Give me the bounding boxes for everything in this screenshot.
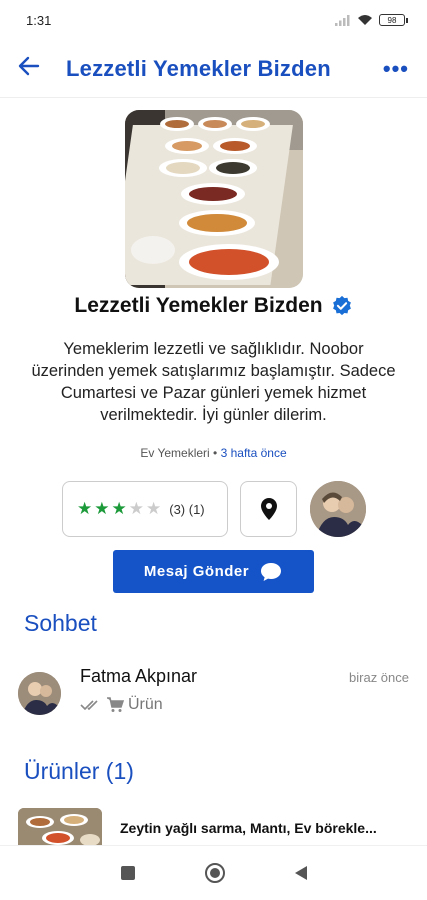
location-pin-icon [260,498,277,520]
battery-icon: 98 [379,14,408,26]
chat-avatar [18,672,61,715]
wifi-icon [358,15,372,25]
status-time: 1:31 [26,12,52,28]
status-icons: 98 [335,14,408,26]
chat-bubble-icon [261,562,282,581]
recents-square-icon[interactable] [120,866,135,880]
cart-icon [107,697,124,712]
store-category: Ev Yemekleri [140,446,210,460]
store-description: Yemeklerim lezzetli ve sağlıklıdır. Noob… [31,340,396,424]
products-section-title: Ürünler (1) [24,758,134,784]
rating-counts: (3) (1) [169,501,205,517]
owner-avatar[interactable] [310,481,366,537]
signal-icon [335,15,350,26]
chat-list-item[interactable]: Fatma Akpınar Ürün biraz önce [0,662,427,724]
star-icon: ★ [94,499,110,518]
meta-separator: • [209,446,221,460]
status-bar: 1:31 98 [0,0,427,40]
back-triangle-icon[interactable] [294,866,307,880]
rating-box[interactable]: ★ ★ ★ ★ ★ (3) (1) [62,481,228,537]
star-icon: ★ [77,499,93,518]
star-empty-icon: ★ [146,499,162,518]
store-title-row: Lezzetli Yemekler Bizden [0,294,427,318]
posted-ago[interactable]: 3 hafta önce [221,446,287,460]
store-name: Lezzetli Yemekler Bizden [74,294,323,317]
app-bar: Lezzetli Yemekler Bizden ••• [0,40,427,98]
chat-section-title: Sohbet [24,610,97,636]
product-thumbnail [18,808,102,848]
chat-subtitle: Ürün [80,696,163,714]
verified-badge-icon [332,295,351,316]
product-list-item[interactable]: Zeytin yağlı sarma, Mantı, Ev börekle... [0,808,427,848]
product-name: Zeytin yağlı sarma, Mantı, Ev börekle... [120,820,377,836]
location-button[interactable] [240,481,297,537]
back-arrow-icon[interactable] [18,53,58,84]
star-empty-icon: ★ [128,499,144,518]
send-message-label: Mesaj Gönder [143,563,250,580]
more-options-icon[interactable]: ••• [383,56,409,82]
chat-time: biraz önce [349,670,409,685]
app-bar-title: Lezzetli Yemekler Bizden [66,55,331,81]
send-message-button[interactable]: Mesaj Gönder [113,550,314,593]
chat-subtitle-text: Ürün [128,696,163,713]
battery-level: 98 [387,15,397,25]
system-nav-bar [0,845,427,900]
store-cover-image [125,110,303,288]
star-icon: ★ [111,499,127,518]
double-check-icon [80,700,98,711]
chat-contact-name: Fatma Akpınar [80,666,198,686]
home-circle-icon[interactable] [204,863,225,883]
store-meta: Ev Yemekleri • 3 hafta önce [0,446,427,460]
